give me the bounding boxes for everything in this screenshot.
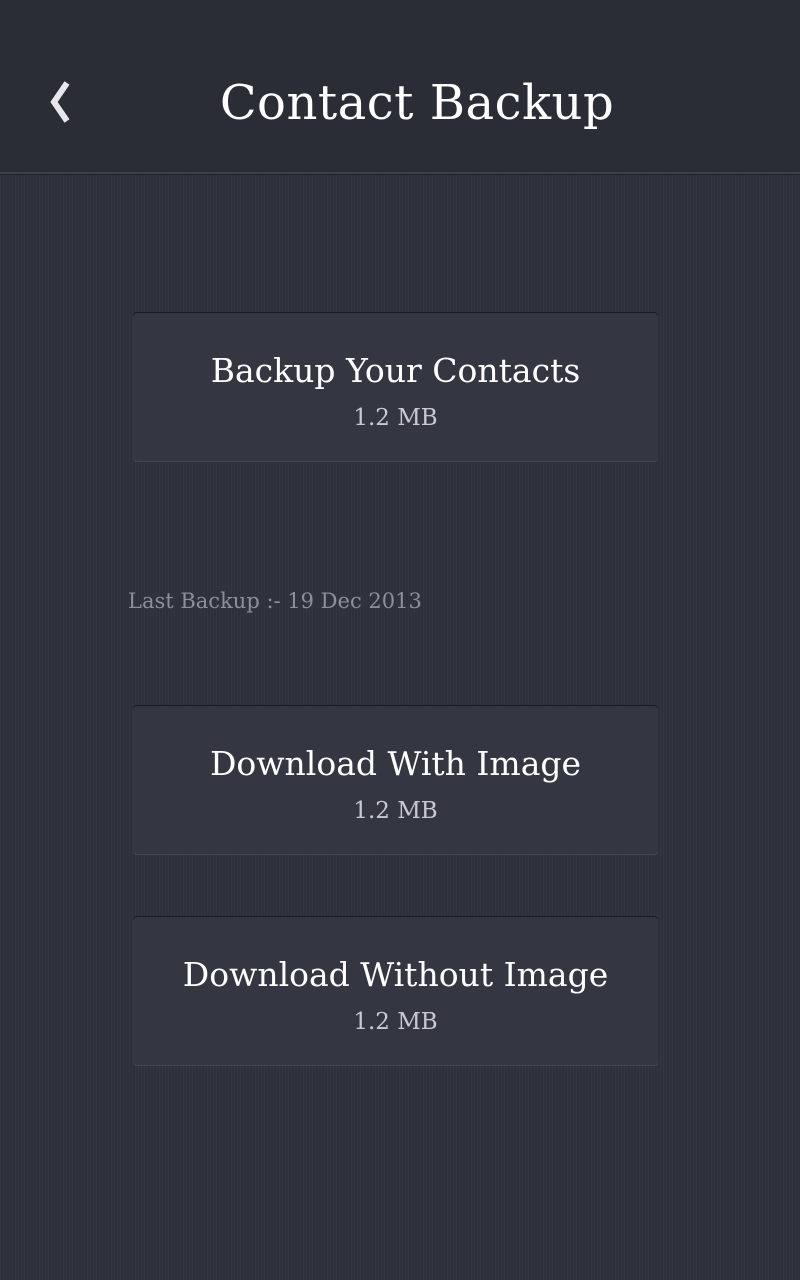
page-title: Contact Backup <box>219 75 615 131</box>
download-without-image-button[interactable]: Download Without Image 1.2 MB <box>133 917 658 1065</box>
download-with-image-button[interactable]: Download With Image 1.2 MB <box>133 706 658 854</box>
backup-contacts-button[interactable]: Backup Your Contacts 1.2 MB <box>133 313 658 461</box>
backup-contacts-size: 1.2 MB <box>353 405 438 431</box>
app-header: Contact Backup <box>0 0 800 174</box>
backup-contacts-label: Backup Your Contacts <box>210 351 581 390</box>
last-backup-text: Last Backup :- 19 Dec 2013 <box>128 589 422 613</box>
download-with-image-label: Download With Image <box>209 744 582 783</box>
download-with-image-size: 1.2 MB <box>353 798 438 824</box>
download-without-image-label: Download Without Image <box>182 955 609 994</box>
download-without-image-size: 1.2 MB <box>353 1009 438 1035</box>
